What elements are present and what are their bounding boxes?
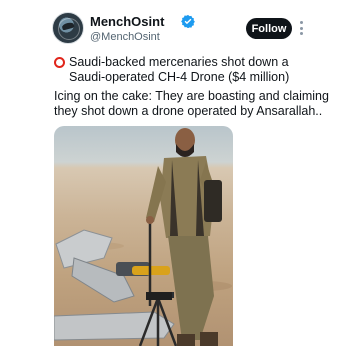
headline-line: Saudi-backed mercenaries shot down a [69,55,289,69]
tweet-headline: Saudi-backed mercenaries shot down a Sau… [54,55,354,85]
tweet-header: MenchOsint @MenchOsint Follow [0,0,360,52]
photo-scene [54,128,232,346]
globe-avatar-icon [58,18,80,40]
follow-button[interactable]: Follow [246,18,292,39]
tweet-text: Saudi-backed mercenaries shot down a Sau… [54,55,354,118]
user-handle[interactable]: @MenchOsint [90,31,160,43]
tweet-body: Icing on the cake: They are boasting and… [54,89,329,119]
body-line: Icing on the cake: They are boasting and… [54,89,329,103]
tweet-photo[interactable] [54,126,233,346]
verified-badge-icon [181,14,195,28]
more-dots-icon[interactable] [300,21,304,35]
headline-line: Saudi-operated CH-4 Drone ($4 million) [69,70,290,84]
avatar[interactable] [52,12,84,44]
display-name[interactable]: MenchOsint [90,14,164,29]
body-line: they shot down a drone operated by Ansar… [54,104,323,118]
tripod-head [146,292,172,300]
red-circle-icon [54,57,65,68]
